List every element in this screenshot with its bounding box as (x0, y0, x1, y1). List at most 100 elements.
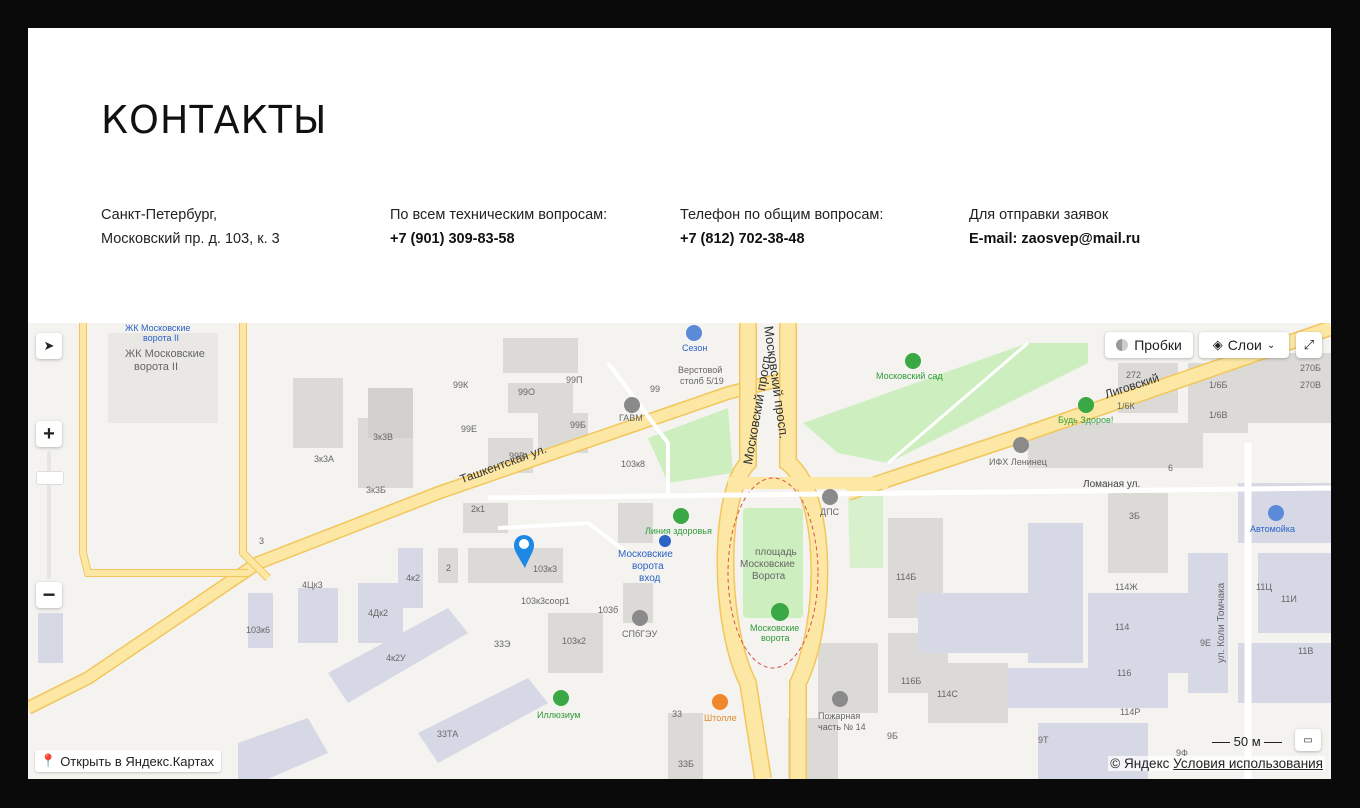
label-liniya-zdorovya: Линия здоровья (645, 526, 712, 536)
building (1008, 668, 1168, 708)
house-number: 103к2 (562, 636, 586, 646)
tech-support-phone[interactable]: +7 (901) 309-83-58 (390, 227, 607, 251)
house-number: 103к6 (246, 625, 270, 635)
tech-support-block: По всем техническим вопросам: +7 (901) 3… (390, 203, 607, 251)
house-number: 99В (509, 451, 526, 461)
building (108, 333, 218, 423)
metro-icon (659, 535, 671, 547)
label-dps: ДПС (820, 507, 840, 517)
copyright-text: © Яндекс (1110, 756, 1170, 771)
house-number: 270В (1300, 380, 1322, 390)
building (503, 338, 578, 373)
zoom-in-button[interactable]: + (36, 421, 62, 447)
liniya-zdorovya-icon (673, 508, 689, 524)
building (248, 593, 273, 648)
house-number: 99 (650, 384, 661, 394)
house-number: 33Э (494, 639, 511, 649)
building (1258, 553, 1331, 633)
house-number: 114Б (896, 572, 917, 582)
address-line-2: Московский пр. д. 103, к. 3 (101, 231, 280, 247)
house-number: 116 (1117, 668, 1132, 678)
building (418, 678, 548, 763)
house-number: 6 (1168, 463, 1174, 473)
car-wash-icon (1268, 505, 1284, 521)
house-number: 114Р (1120, 707, 1141, 717)
address-block: Санкт-Петербург, Московский пр. д. 103, … (101, 203, 280, 251)
yandex-map[interactable]: ЖК Московские ворота II ЖК Московские во… (28, 323, 1331, 779)
house-number: 99Б (570, 420, 586, 430)
label-ifx: ИФХ Ленинец (989, 457, 1047, 467)
road-edge (239, 323, 271, 581)
pharmacy-icon (1078, 397, 1094, 413)
zoom-out-button[interactable]: − (36, 582, 62, 608)
house-number: 33 (672, 709, 683, 719)
expand-icon: ⤢ (1303, 337, 1315, 352)
email-link[interactable]: E-mail: zaosvep@mail.ru (969, 227, 1140, 251)
gavm-icon (624, 397, 640, 413)
house-number: 114Ж (1115, 582, 1138, 592)
building-avtomoyka (1238, 483, 1331, 543)
building (293, 378, 343, 448)
sezon-icon (686, 325, 702, 341)
general-phone[interactable]: +7 (812) 702-38-48 (680, 227, 883, 251)
label-metro-2: ворота (632, 561, 664, 572)
house-number: 1/6К (1117, 401, 1135, 411)
lomanaya-street (487, 485, 1331, 501)
house-number: 99Е (461, 424, 478, 434)
label-verstovoy-2: столб 5/19 (680, 376, 724, 386)
building (38, 613, 63, 663)
label-pozharnaya: Пожарная (818, 711, 861, 721)
house-number: 99К (453, 380, 469, 390)
layers-button[interactable]: ◈ Слои ⌄ (1199, 332, 1289, 358)
traffic-light-icon (1116, 339, 1129, 351)
house-number: 3Б (1129, 511, 1140, 521)
ruler-button[interactable]: ▭ (1295, 729, 1321, 751)
moskovskie-vorota-star-icon (771, 603, 789, 621)
house-number: 116Б (901, 676, 922, 686)
building (618, 503, 653, 543)
fullscreen-button[interactable]: ⤢ (1296, 332, 1322, 358)
house-number: 99П (566, 375, 583, 385)
label-spbgeu: СПбГЭУ (622, 629, 658, 639)
terms-of-use-link[interactable]: Условия использования (1173, 756, 1323, 771)
label-zhk-big-2: ворота II (134, 361, 179, 373)
scale-line-icon (1264, 742, 1283, 744)
house-number: 3к3В (373, 432, 393, 442)
house-number: 114 (1115, 622, 1130, 632)
label-shtolle: Штолле (704, 713, 737, 723)
general-phone-block: Телефон по общим вопросам: +7 (812) 702-… (680, 203, 883, 251)
illuzium-icon (553, 690, 569, 706)
label-mosk-vorota-2: ворота (761, 633, 790, 643)
label-metro-3: вход (639, 573, 661, 584)
email-label: Для отправки заявок (969, 207, 1109, 223)
house-number: 272 (1126, 370, 1142, 380)
house-number: 1/6В (1209, 410, 1228, 420)
zoom-slider-thumb[interactable] (36, 471, 64, 485)
house-number: 3 (259, 536, 265, 546)
tech-support-label: По всем техническим вопросам: (390, 207, 608, 223)
house-number: 4Цк3 (302, 580, 323, 590)
traffic-button[interactable]: Пробки (1105, 332, 1193, 358)
house-number: 2к1 (471, 504, 485, 514)
address-line-1: Санкт-Петербург, (101, 207, 217, 223)
open-in-yandex-maps-link[interactable]: 📍 Открыть в Яндекс.Картах (35, 750, 221, 772)
label-verstovoy: Верстовой (678, 365, 723, 375)
navigation-arrow-icon: ➤ (43, 338, 55, 353)
house-number: 11Ц (1256, 582, 1273, 592)
label-zhk-big: ЖК Московские (125, 348, 205, 360)
layers-icon: ◈ (1212, 337, 1223, 352)
geolocation-button[interactable]: ➤ (36, 333, 62, 359)
ifx-icon (1013, 437, 1029, 453)
house-number: 33ТА (437, 729, 459, 739)
copyright: © Яндекс Условия использования (1108, 756, 1325, 771)
minus-icon: − (42, 582, 56, 607)
scale-line-icon (1212, 742, 1230, 744)
house-number: 4Дк2 (368, 608, 389, 618)
label-ploshad-3: Ворота (752, 571, 786, 582)
house-number: 1/6Б (1209, 380, 1228, 390)
building (238, 718, 328, 779)
label-moskovsky-sad: Московский сад (876, 371, 943, 381)
label-zhk-small: ЖК Московские (125, 323, 191, 333)
label-gavm: ГАВМ (619, 413, 643, 423)
label-pozharnaya-2: часть № 14 (818, 722, 866, 732)
